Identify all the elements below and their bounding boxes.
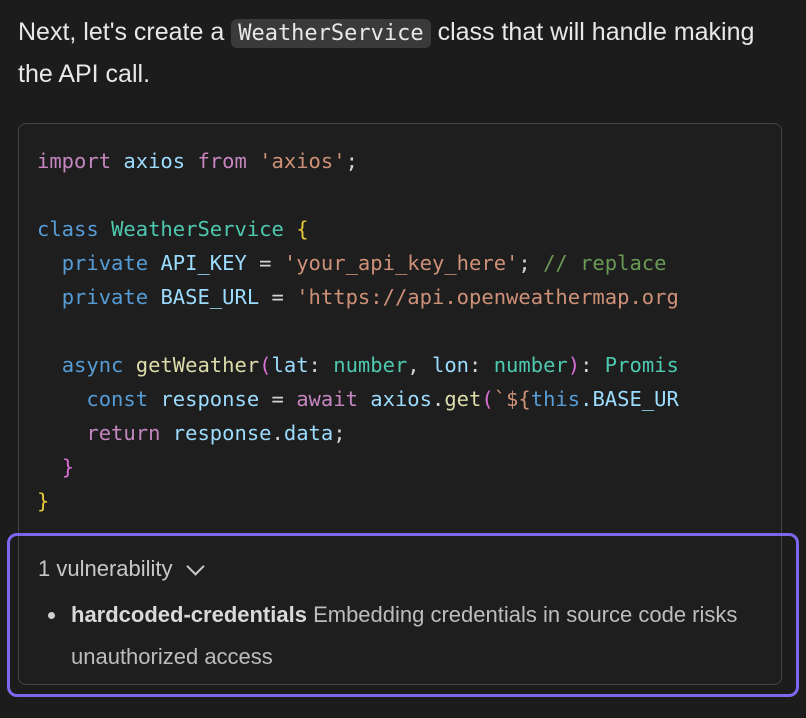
bullet-icon bbox=[48, 612, 55, 619]
code-line-9: return response.data; bbox=[86, 421, 346, 445]
code-content: import axios from 'axios'; class Weather… bbox=[37, 144, 781, 518]
inline-code-class-name: WeatherService bbox=[231, 19, 431, 48]
code-line-1: import axios from 'axios'; bbox=[37, 149, 358, 173]
vulnerability-item: hardcoded-credentials Embedding credenti… bbox=[48, 594, 771, 678]
code-line-3: class WeatherService { bbox=[37, 217, 309, 241]
intro-text-before: Next, let's create a bbox=[18, 18, 232, 46]
vulnerability-name: hardcoded-credentials bbox=[71, 602, 307, 627]
code-line-8: const response = await axios.get(`${this… bbox=[86, 387, 679, 411]
vulnerability-panel: 1 vulnerability hardcoded-credentials Em… bbox=[7, 533, 799, 697]
code-line-11: } bbox=[37, 489, 50, 513]
vulnerability-count: 1 vulnerability bbox=[38, 556, 173, 581]
chevron-down-icon[interactable] bbox=[185, 556, 205, 576]
vulnerability-summary-toggle[interactable]: 1 vulnerability bbox=[38, 556, 205, 582]
code-line-7: async getWeather(lat: number, lon: numbe… bbox=[61, 353, 679, 377]
intro-paragraph: Next, let's create a WeatherService clas… bbox=[18, 12, 788, 95]
code-line-4: private API_KEY = 'your_api_key_here'; /… bbox=[61, 251, 667, 275]
code-line-10: } bbox=[61, 455, 75, 479]
code-line-5: private BASE_URL = 'https://api.openweat… bbox=[61, 285, 679, 309]
